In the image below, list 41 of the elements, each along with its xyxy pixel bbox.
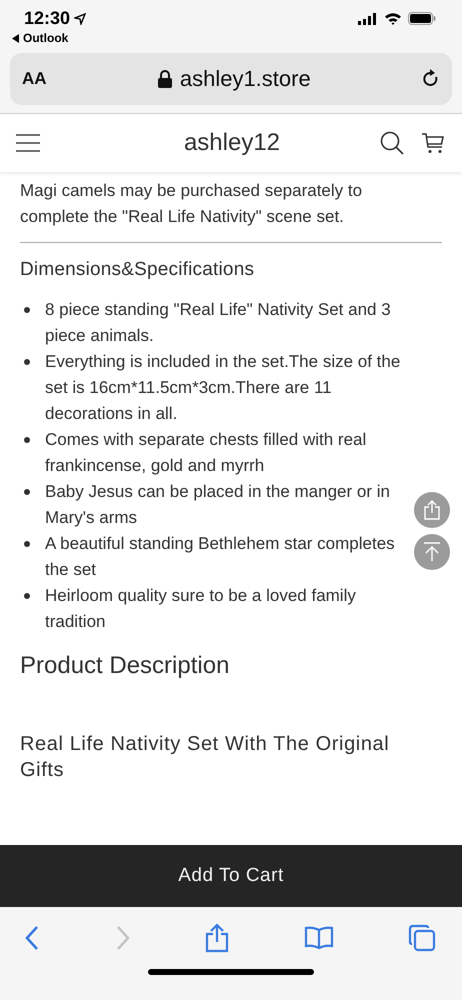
spec-item: Heirloom quality sure to be a loved family tradition — [45, 585, 357, 633]
spec-item: Comes with separate chests filled with real frankincense, gold and myrrh — [45, 429, 368, 477]
menu-icon[interactable] — [16, 134, 40, 152]
bullet-dot — [24, 541, 30, 547]
book-icon[interactable] — [304, 926, 334, 950]
spec-item: 8 piece standing "Real Life" Nativity Set and 3 piece animals. — [45, 299, 392, 347]
cart-icon[interactable] — [422, 132, 444, 154]
share-icon — [423, 500, 441, 520]
bullet-dot — [24, 593, 30, 599]
section-heading: Product Description — [20, 653, 230, 679]
spec-item: Everything is included in the set.The size of the set is 16cm*11.5cm*3cm.There are 11 decorations in all. — [45, 351, 402, 425]
bullet-dot — [24, 307, 30, 313]
tabs-icon[interactable] — [408, 924, 436, 952]
text-size-button[interactable]: AA — [22, 69, 47, 89]
store-name[interactable]: ashley12 — [184, 129, 280, 157]
section-heading: Dimensions&Specifications — [20, 258, 256, 282]
url-text: ashley1.store — [180, 66, 311, 92]
scroll-to-top-button[interactable] — [414, 534, 450, 570]
product-subtitle: Real Life Nativity Set With The Original Gifts — [20, 732, 390, 783]
arrow-up-icon — [423, 542, 441, 562]
status-time: 12:30 — [24, 8, 70, 29]
bullet-dot — [24, 359, 30, 365]
bullet-dot — [24, 489, 30, 495]
lock-icon — [158, 70, 172, 88]
intro-paragraph: Magi camels may be purchased separately to complete the "Real Life Nativity" scene set. — [20, 180, 364, 228]
spec-item: A beautiful standing Bethlehem star completes the set — [45, 533, 396, 581]
share-icon[interactable] — [205, 923, 229, 953]
bullet-dot — [24, 437, 30, 443]
search-icon[interactable] — [380, 131, 404, 155]
back-triangle-icon — [12, 34, 20, 42]
reload-icon[interactable] — [422, 69, 440, 89]
back-to-app-link[interactable]: Outlook — [10, 29, 68, 53]
signal-icon — [358, 12, 378, 24]
back-icon[interactable] — [24, 925, 40, 951]
location-arrow-icon — [74, 12, 86, 24]
address-bar[interactable]: AA ashley1.store — [10, 53, 452, 105]
add-to-cart-button[interactable]: Add To Cart — [0, 845, 462, 907]
share-floating-button[interactable] — [414, 492, 450, 528]
spec-item: Baby Jesus can be placed in the manger or in Mary's arms — [45, 481, 391, 529]
battery-icon — [408, 12, 436, 25]
wifi-icon — [384, 12, 402, 25]
